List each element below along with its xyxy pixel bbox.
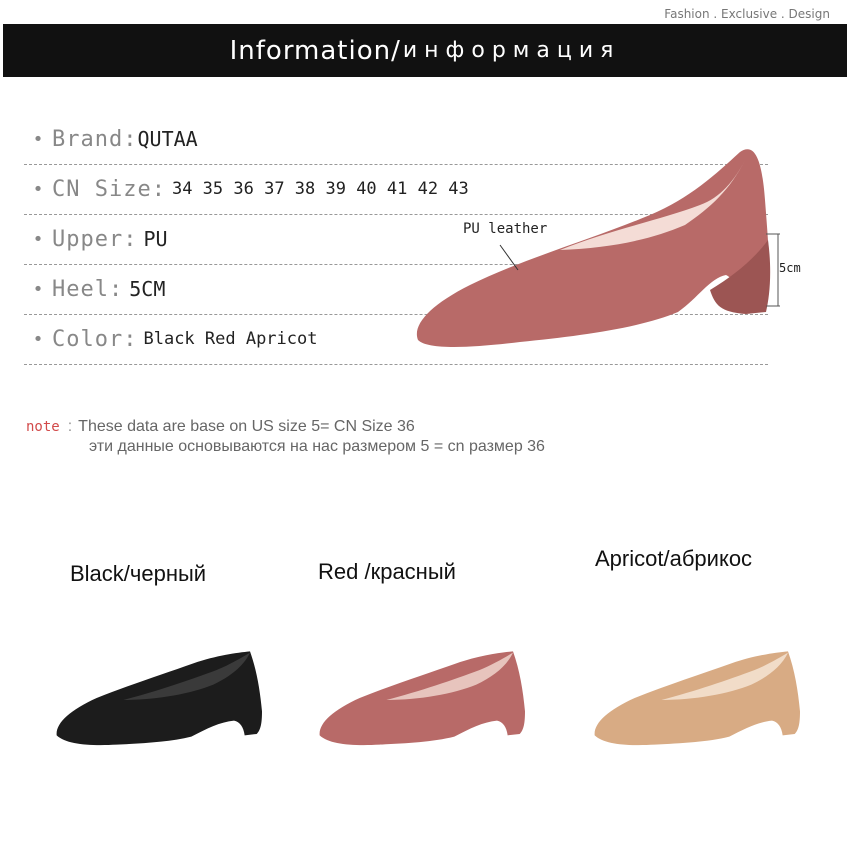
spec-label: Brand: [52,126,138,152]
note-line-en: These data are base on US size 5= CN Siz… [78,418,415,435]
color-label-black: Black/черный [70,561,207,586]
size-note: note: These data are base on US size 5= C… [26,418,545,456]
note-line-ru: эти данные основываются на нас размером … [89,438,545,455]
banner-title-ru: информация [402,38,621,63]
spec-value: Black Red Apricot [143,329,318,349]
info-banner: Information/ информация [3,24,847,77]
pu-leather-label: PU leather [463,221,548,237]
spec-value: 5CM [129,277,166,301]
banner-title-en: Information/ [229,35,401,66]
spec-label: CN Size: [52,176,166,202]
shoe-variant-apricot [594,651,800,746]
heel-height-label: 5cm [779,261,801,275]
bullet-icon: • [32,128,44,150]
note-colon: : [67,418,73,435]
spec-label: Upper: [52,226,138,252]
bullet-icon: • [32,278,44,300]
spec-label: Heel: [52,276,124,302]
color-label-red: Red /красный [318,559,456,584]
shoe-variant-black [56,651,263,746]
pu-pointer [499,244,519,271]
bullet-icon: • [32,178,44,200]
spec-value: QUTAA [137,127,198,151]
shoe-variant-red [319,651,525,746]
tagline: Fashion . Exclusive . Design [664,7,830,21]
spec-label: Color: [52,326,138,352]
color-label-apricot: Apricot/абрикос [595,546,753,571]
note-keyword: note [26,419,60,435]
hero-shoe-image [416,149,780,347]
bullet-icon: • [32,328,44,350]
hero-shoe-body [416,149,770,347]
bullet-icon: • [32,228,44,250]
spec-value: PU [143,227,168,251]
